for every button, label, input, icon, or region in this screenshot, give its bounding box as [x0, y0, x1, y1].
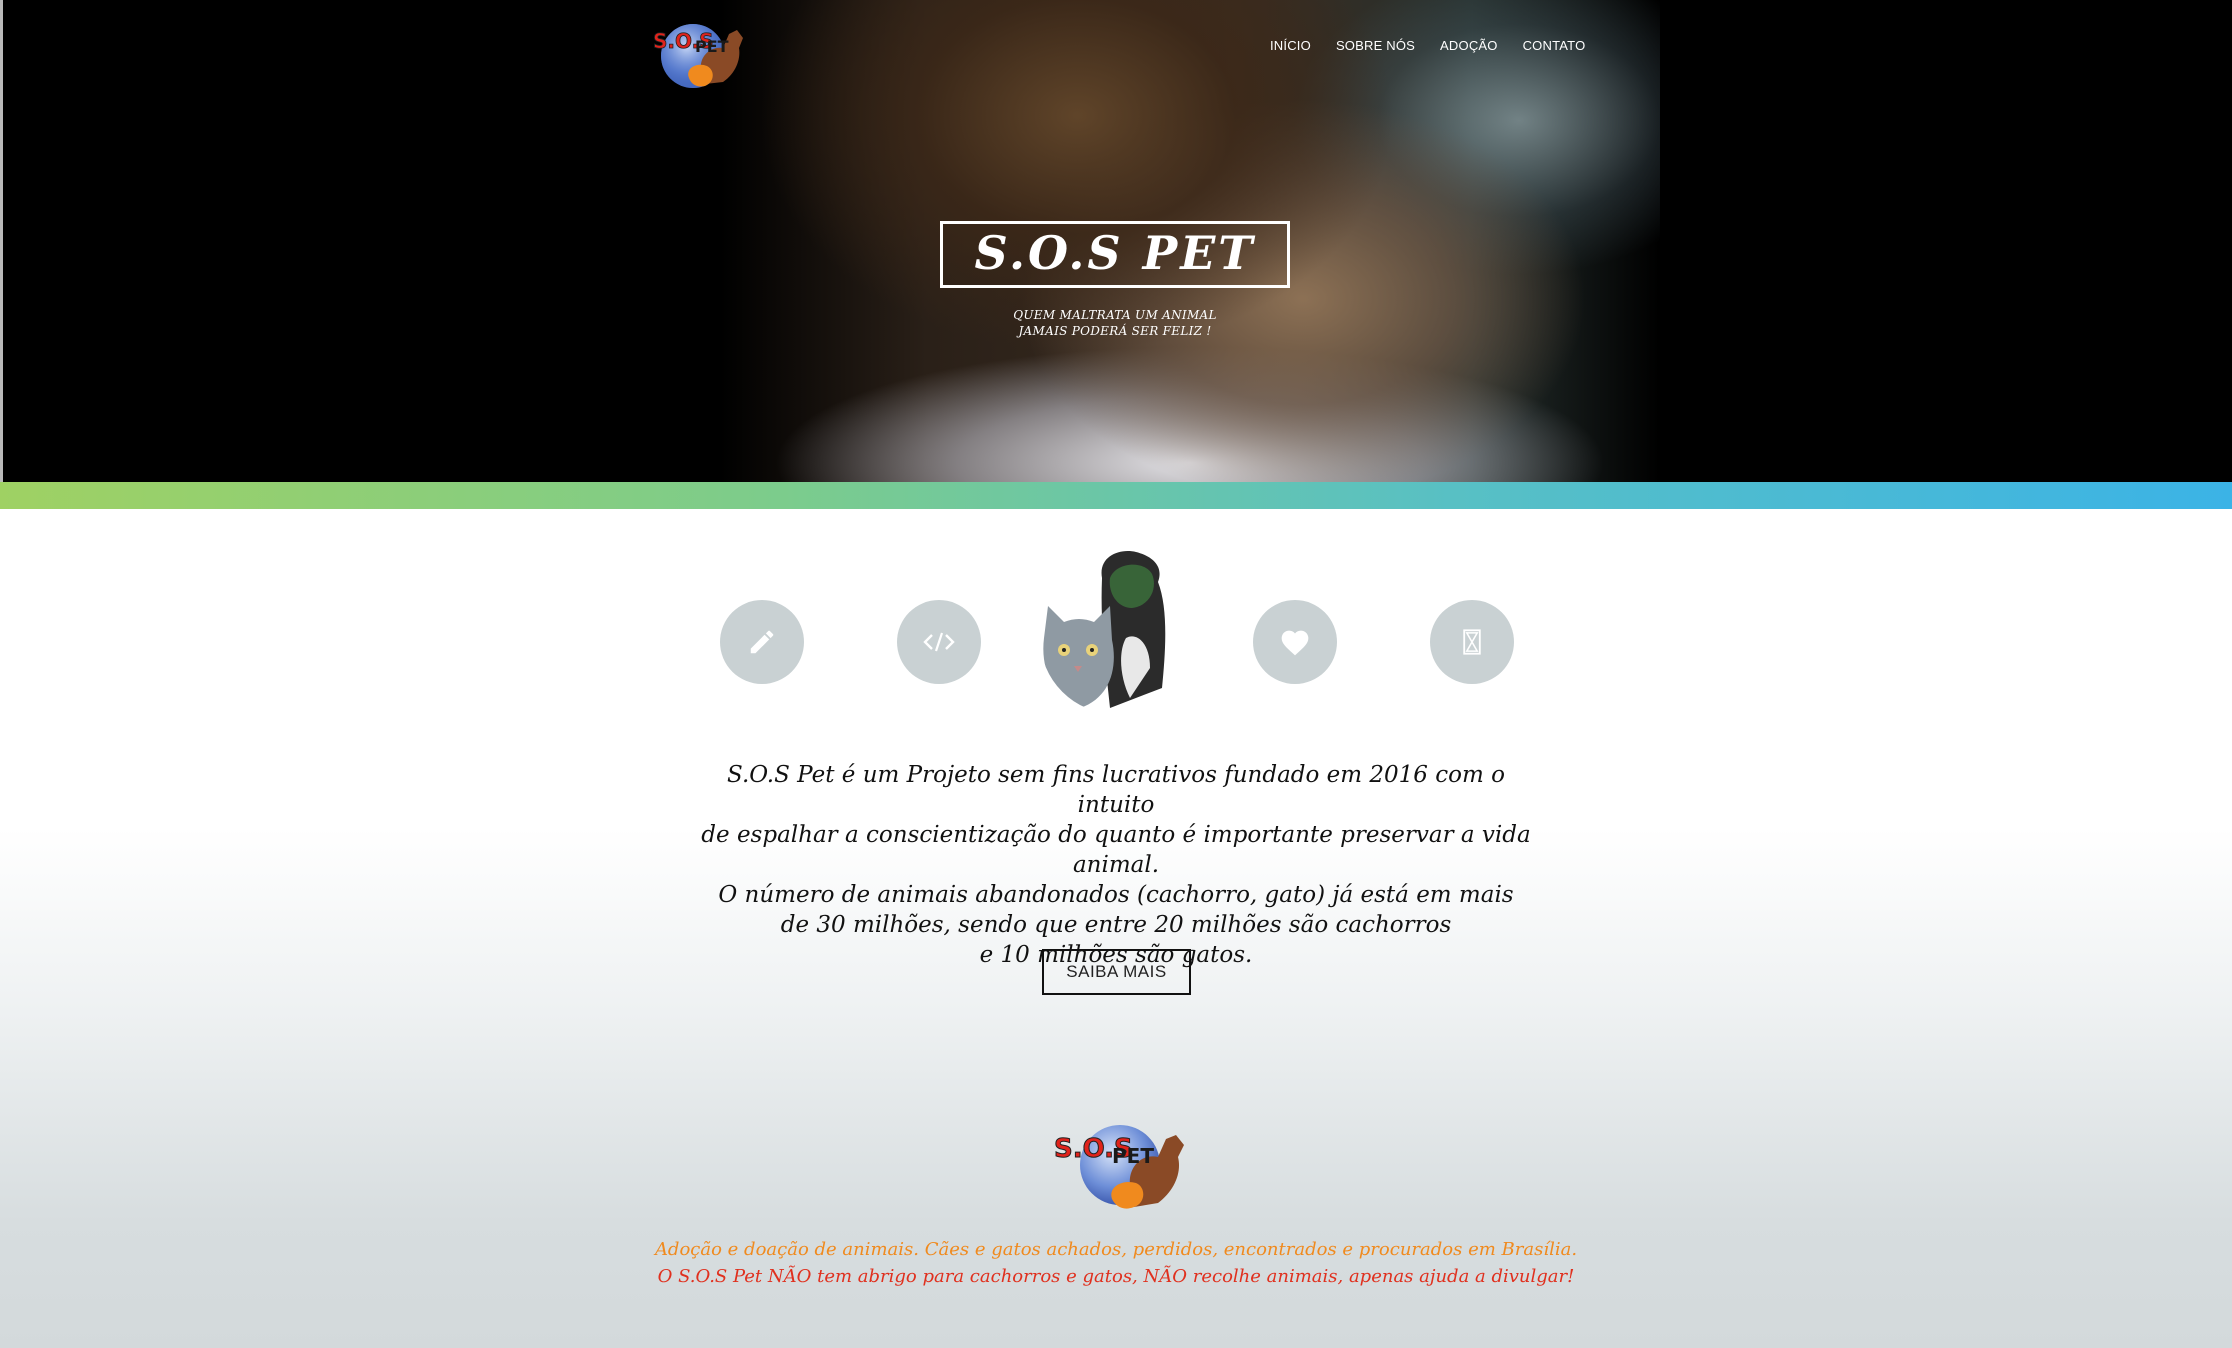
feature-hourglass[interactable] [1430, 600, 1514, 684]
hero-title: S.O.S PET [974, 225, 1256, 280]
feature-heart[interactable] [1253, 600, 1337, 684]
color-gradient-divider [0, 482, 2232, 509]
footer-logo-text-pet: PET [1112, 1144, 1154, 1168]
footer-tagline: Adoção e doação de animais. Cães e gatos… [654, 1239, 1578, 1260]
hero-title-box: S.O.S PET [940, 221, 1290, 288]
hero-subtitle-line2: JAMAIS PODERÁ SER FELIZ ! [1018, 324, 1212, 338]
footer-disclaimer: O S.O.S Pet NÃO tem abrigo para cachorro… [657, 1266, 1575, 1287]
code-icon [923, 632, 955, 652]
saiba-mais-button[interactable]: SAIBA MAIS [1042, 949, 1191, 995]
logo-text-pet: PET [695, 37, 729, 56]
hourglass-icon [1463, 629, 1481, 655]
main-nav: INÍCIO SOBRE NÓS ADOÇÃO CONTATO [1270, 38, 1610, 53]
window-edge [0, 0, 3, 482]
nav-inicio[interactable]: INÍCIO [1270, 38, 1311, 53]
pencil-icon [750, 630, 774, 654]
about-paragraph: S.O.S Pet é um Projeto sem fins lucrativ… [700, 760, 1532, 970]
footer-logo[interactable]: S.O.S PET [1050, 1113, 1192, 1213]
nav-contato[interactable]: CONTATO [1523, 38, 1586, 53]
feature-code[interactable] [897, 600, 981, 684]
cat-dog-photo [1040, 548, 1192, 714]
site-logo[interactable]: S.O.S PET [645, 12, 749, 92]
hero-subtitle: QUEM MALTRATA UM ANIMAL JAMAIS PODERÁ SE… [960, 307, 1270, 339]
about-line: O número de animais abandonados (cachorr… [718, 882, 1514, 908]
hero-subtitle-line1: QUEM MALTRATA UM ANIMAL [1013, 308, 1217, 322]
heart-icon [1281, 630, 1309, 656]
feature-pets-photo[interactable] [1040, 548, 1192, 714]
about-line: de 30 milhões, sendo que entre 20 milhõe… [780, 912, 1452, 938]
about-line: S.O.S Pet é um Projeto sem fins lucrativ… [727, 762, 1505, 818]
feature-pencil[interactable] [720, 600, 804, 684]
nav-sobre-nos[interactable]: SOBRE NÓS [1336, 38, 1415, 53]
nav-adocao[interactable]: ADOÇÃO [1440, 38, 1498, 53]
hero-banner: S.O.S PET INÍCIO SOBRE NÓS ADOÇÃO CONTAT… [0, 0, 2232, 482]
about-line: de espalhar a conscientização do quanto … [701, 822, 1531, 878]
